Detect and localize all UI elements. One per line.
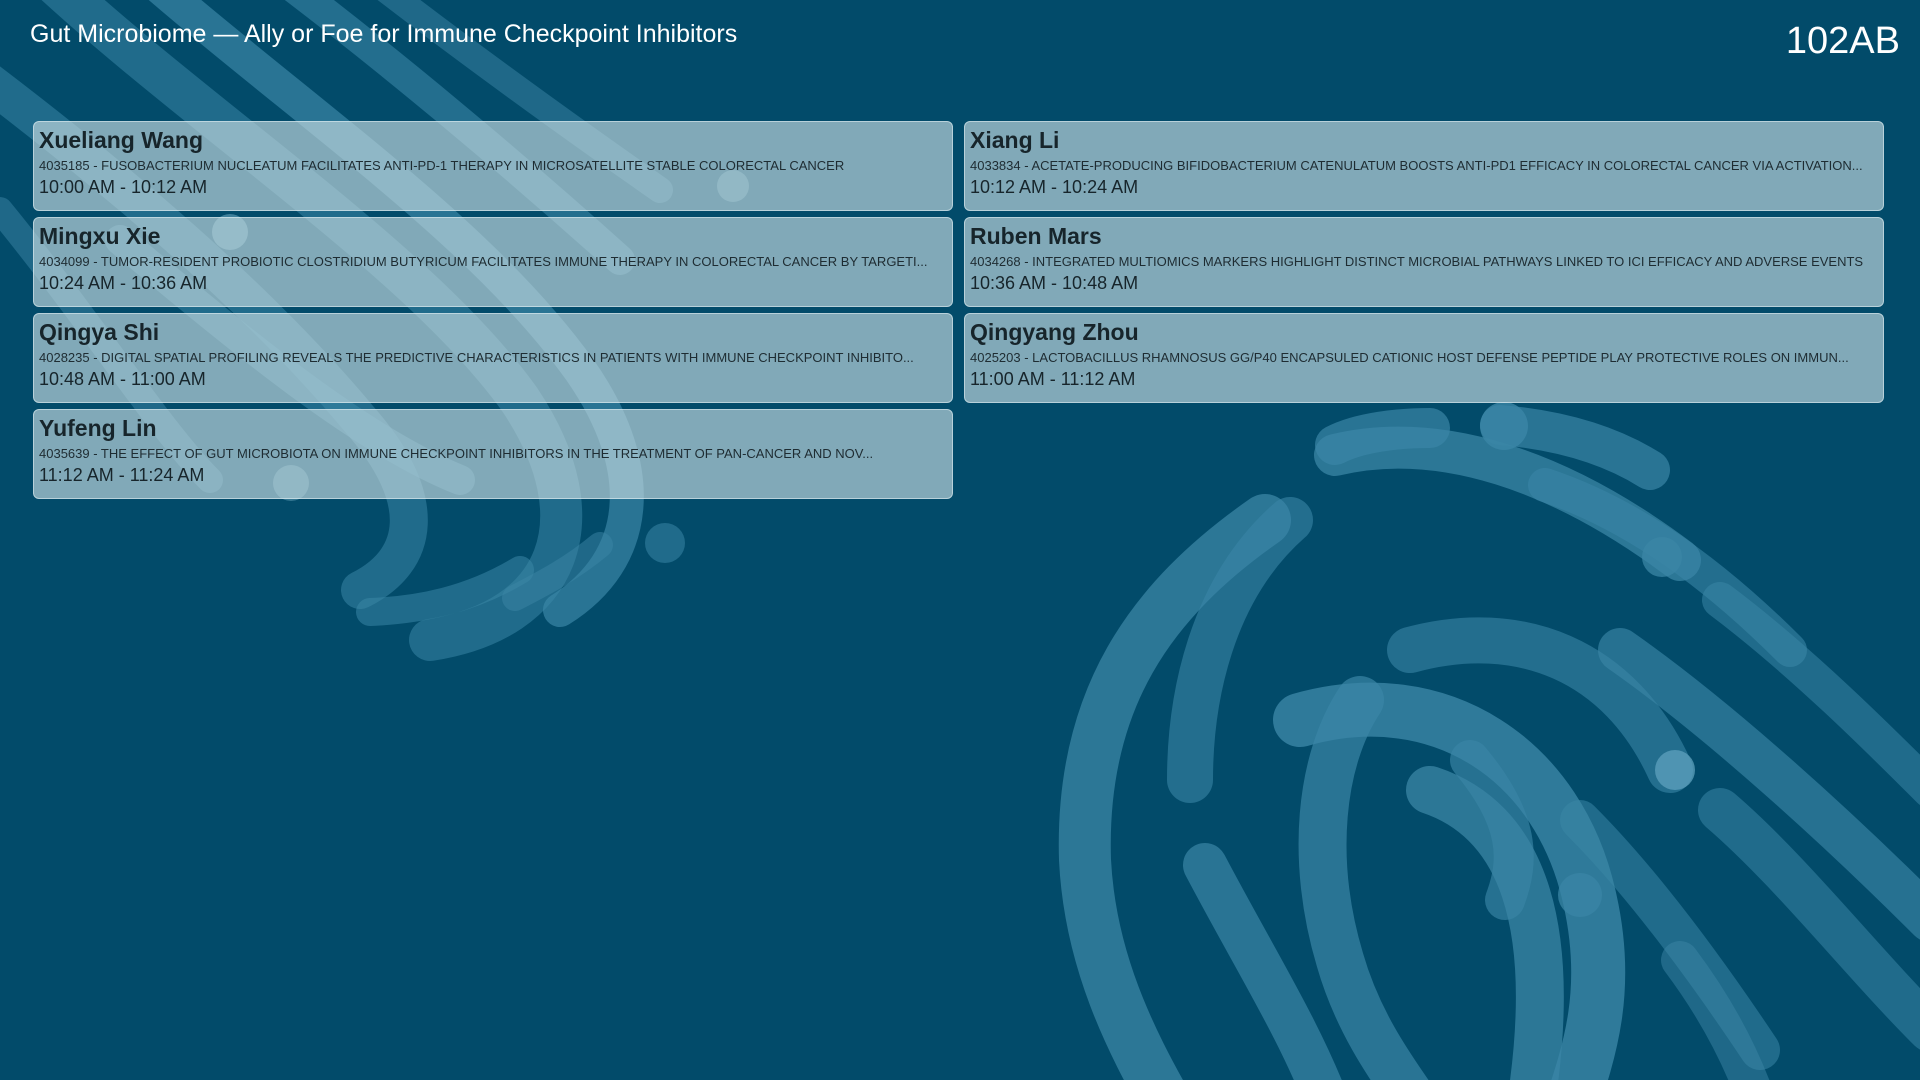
presentation-title: 4034099 - TUMOR-RESIDENT PROBIOTIC CLOST… [39,254,928,269]
session-board: Gut Microbiome — Ally or Foe for Immune … [0,0,1920,1080]
speaker-name: Mingxu Xie [39,223,161,249]
presentation-card[interactable]: Qingyang Zhou 4025203 - LACTOBACILLUS RH… [964,313,1884,403]
presentation-card[interactable]: Ruben Mars 4034268 - INTEGRATED MULTIOMI… [964,217,1884,307]
time-slot: 11:00 AM - 11:12 AM [970,369,1136,389]
presentation-title: 4028235 - DIGITAL SPATIAL PROFILING REVE… [39,350,914,365]
speaker-name: Qingyang Zhou [970,319,1139,345]
speaker-name: Ruben Mars [970,223,1102,249]
time-slot: 10:12 AM - 10:24 AM [970,177,1139,197]
fingerprint-bottom-right [1058,402,1920,1080]
presentation-card[interactable]: Qingya Shi 4028235 - DIGITAL SPATIAL PRO… [33,313,953,403]
time-slot: 11:12 AM - 11:24 AM [39,465,205,485]
presentation-title: 4035185 - FUSOBACTERIUM NUCLEATUM FACILI… [39,158,845,173]
time-slot: 10:24 AM - 10:36 AM [39,273,208,293]
presentation-title: 4025203 - LACTOBACILLUS RHAMNOSUS GG/P40… [970,350,1849,365]
presentation-card[interactable]: Mingxu Xie 4034099 - TUMOR-RESIDENT PROB… [33,217,953,307]
presentation-title: 4033834 - ACETATE-PRODUCING BIFIDOBACTER… [970,158,1863,173]
speaker-name: Xueliang Wang [39,127,203,153]
presentation-title: 4034268 - INTEGRATED MULTIOMICS MARKERS … [970,254,1864,269]
session-title: Gut Microbiome — Ally or Foe for Immune … [30,20,738,48]
time-slot: 10:48 AM - 11:00 AM [39,369,206,389]
speaker-name: Qingya Shi [39,319,160,345]
presentation-title: 4035639 - THE EFFECT OF GUT MICROBIOTA O… [39,446,874,461]
time-slot: 10:00 AM - 10:12 AM [39,177,208,197]
speaker-name: Yufeng Lin [39,415,157,441]
time-slot: 10:36 AM - 10:48 AM [970,273,1139,293]
presentation-card[interactable]: Xiang Li 4033834 - ACETATE-PRODUCING BIF… [964,121,1884,211]
presentation-card[interactable]: Yufeng Lin 4035639 - THE EFFECT OF GUT M… [33,409,953,499]
room-code: 102AB [1785,20,1900,62]
speaker-name: Xiang Li [970,127,1060,153]
presentation-grid: Xueliang Wang 4035185 - FUSOBACTERIUM NU… [33,121,1884,499]
presentation-card[interactable]: Xueliang Wang 4035185 - FUSOBACTERIUM NU… [33,121,953,211]
